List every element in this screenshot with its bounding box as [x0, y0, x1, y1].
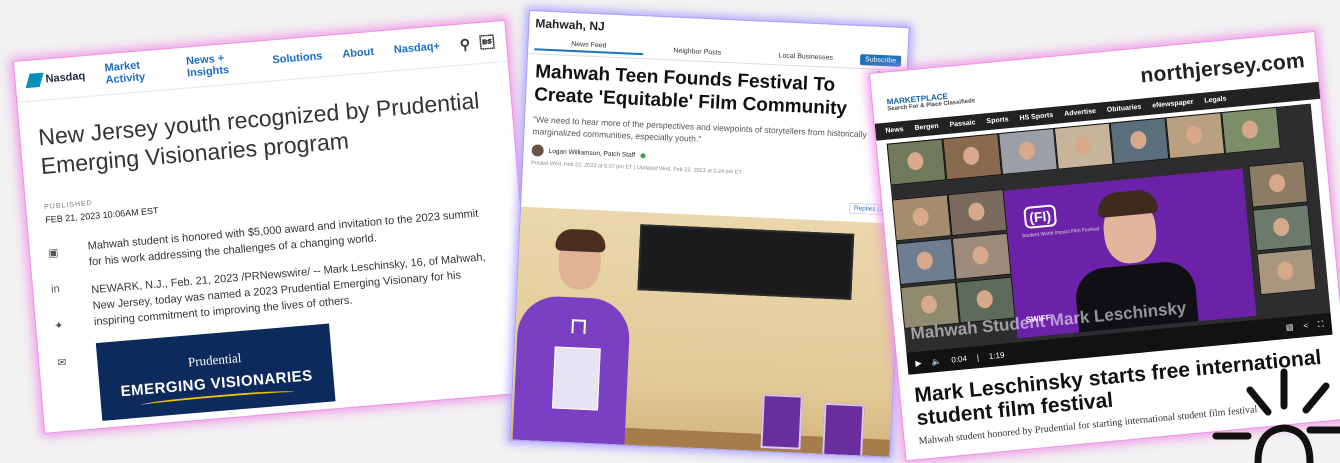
play-icon[interactable]: ▶ — [915, 358, 922, 368]
fullscreen-icon[interactable]: ⛶ — [1318, 319, 1325, 329]
linkedin-icon[interactable]: in — [51, 280, 92, 296]
article-title: New Jersey youth recognized by Prudentia… — [37, 87, 481, 180]
prudential-banner: Prudential EMERGING VISIONARIES — [95, 323, 336, 421]
nav-news[interactable]: News — [885, 126, 904, 135]
nav-enewspaper[interactable]: eNewspaper — [1152, 99, 1194, 110]
video-tile — [1256, 248, 1317, 296]
nav-legals[interactable]: Legals — [1204, 96, 1227, 105]
article-photo — [510, 206, 900, 457]
article-title: Mahwah Teen Founds Festival To Create 'E… — [533, 61, 848, 120]
captions-icon[interactable]: ▤ — [1285, 322, 1293, 333]
nav-about[interactable]: About — [342, 46, 375, 61]
burst-decoration — [1212, 368, 1340, 463]
facebook-icon[interactable]: ▣ — [48, 243, 89, 260]
subscribe-button[interactable]: Subscribe — [859, 53, 902, 67]
nav-news-insights[interactable]: News + Insights — [186, 50, 254, 79]
nav-sports[interactable]: Sports — [986, 116, 1009, 125]
video-tile — [942, 133, 1003, 181]
time-current: 0:04 — [950, 353, 968, 365]
nav-market-activity[interactable]: Market Activity — [104, 57, 168, 86]
burst-arc — [1254, 424, 1314, 463]
user-icon[interactable]:  — [479, 33, 494, 51]
nav-advertise[interactable]: Advertise — [1064, 108, 1096, 118]
shirt-logo — [571, 319, 587, 334]
volume-icon[interactable]: 🔈 — [931, 356, 942, 366]
festival-logo: (FI) — [1023, 204, 1057, 230]
burst-ray — [1246, 386, 1272, 416]
nav-hs-sports[interactable]: HS Sports — [1019, 112, 1053, 122]
tab-local-businesses[interactable]: Local Businesses — [751, 51, 860, 63]
burst-ray — [1302, 382, 1330, 414]
person-hair — [555, 228, 607, 253]
share-icon[interactable]: < — [1303, 321, 1309, 331]
video-tile — [896, 238, 956, 286]
nav-solutions[interactable]: Solutions — [272, 50, 323, 66]
avatar — [531, 144, 544, 158]
search-icon[interactable]: ⚲ — [459, 35, 471, 53]
video-tile — [998, 127, 1058, 176]
nasdaq-article-screenshot: Nasdaq Market Activity News + Insights S… — [14, 20, 536, 433]
video-player[interactable]: (FI) Student World Impact Film Festival … — [886, 103, 1333, 375]
tv-screen — [637, 224, 855, 300]
video-tile — [1252, 204, 1313, 252]
patch-article-screenshot: Mahwah, NJ News Feed Neighbor Posts Loca… — [510, 11, 909, 457]
tab-news-feed[interactable]: News Feed — [534, 38, 644, 55]
time-separator: | — [976, 352, 980, 362]
nasdaq-logo-icon — [25, 72, 44, 89]
video-tile — [947, 188, 1008, 237]
video-tile — [1109, 117, 1170, 165]
site-logo[interactable]: northjersey.com — [1139, 49, 1305, 88]
nasdaq-logo[interactable]: Nasdaq — [25, 69, 86, 89]
marketplace-link[interactable]: MARKETPLACE Search For & Place Classifie… — [886, 89, 975, 113]
book-cover — [760, 393, 803, 450]
nav-bergen[interactable]: Bergen — [914, 123, 939, 132]
nav-nasdaq-plus[interactable]: Nasdaq+ — [393, 40, 440, 56]
twitter-icon[interactable]: ✦ — [54, 316, 95, 333]
tab-neighbor-posts[interactable]: Neighbor Posts — [643, 46, 752, 58]
nav-obituaries[interactable]: Obituaries — [1107, 104, 1142, 114]
book-cover — [822, 402, 865, 457]
shirt-print — [551, 346, 601, 411]
verified-icon — [640, 152, 646, 159]
video-tile — [951, 232, 1012, 280]
nav-passaic[interactable]: Passaic — [949, 119, 976, 128]
video-tile — [1165, 112, 1226, 160]
video-tile — [1221, 106, 1281, 154]
video-tile — [1248, 160, 1309, 208]
nasdaq-brand: Nasdaq — [45, 70, 86, 86]
time-total: 1:19 — [988, 350, 1005, 361]
video-tile — [891, 194, 952, 242]
video-tile — [886, 138, 947, 186]
email-icon[interactable]: ✉ — [57, 353, 98, 370]
video-tile — [1053, 122, 1114, 170]
author-name[interactable]: Logan Williamson, Patch Staff — [548, 148, 635, 159]
